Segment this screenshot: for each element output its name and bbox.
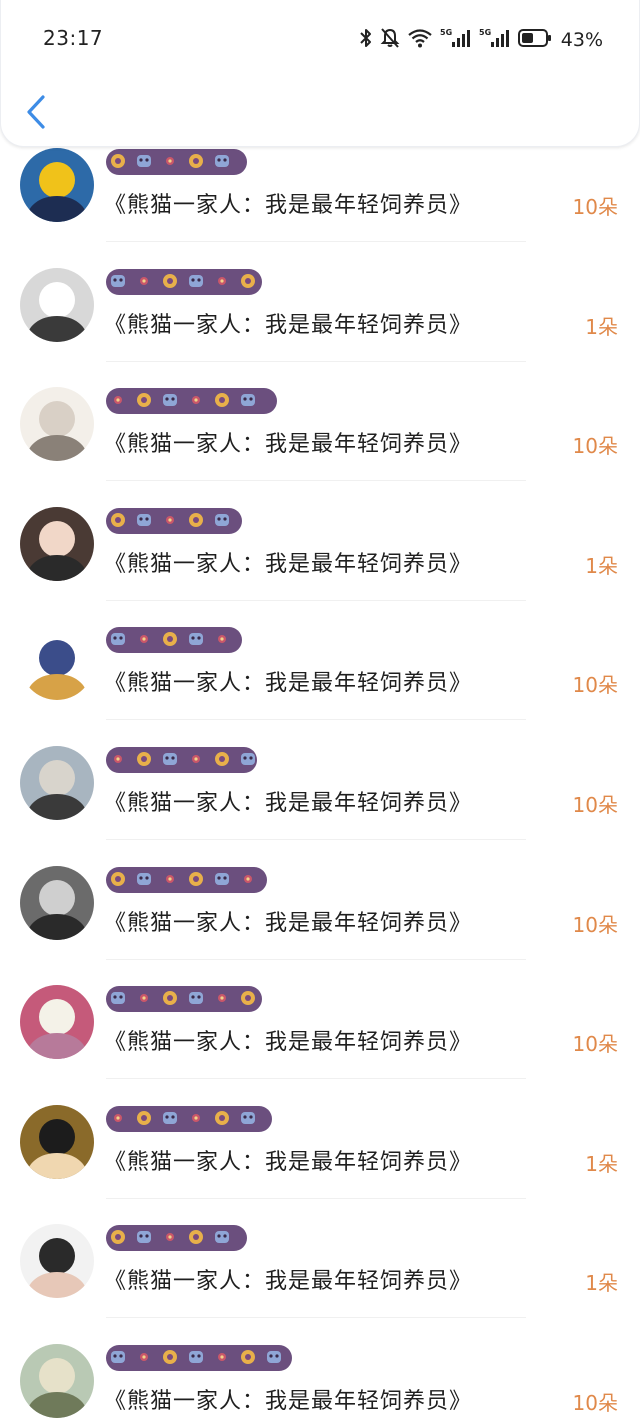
- list-item[interactable]: 《熊猫一家人：我是最年轻饲养员》 1朵: [0, 243, 640, 362]
- row-title: 《熊猫一家人：我是最年轻饲养员》: [104, 193, 473, 218]
- gift-count: 10朵: [572, 1032, 618, 1057]
- list-item[interactable]: 《熊猫一家人：我是最年轻饲养员》 10朵: [0, 960, 640, 1080]
- avatar[interactable]: [20, 506, 94, 581]
- row-title: 《熊猫一家人：我是最年轻饲养员》: [104, 312, 473, 338]
- gift-count: 1朵: [585, 1271, 618, 1296]
- 5g-signal-icon: 5G: [479, 27, 511, 53]
- row-title: 《熊猫一家人：我是最年轻饲养员》: [104, 1030, 473, 1056]
- username-redaction-mask: [104, 1342, 294, 1374]
- row-title: 《熊猫一家人：我是最年轻饲养员》: [104, 671, 473, 697]
- list-item[interactable]: 《熊猫一家人：我是最年轻饲养员》 10朵: [0, 362, 640, 482]
- back-button[interactable]: [23, 94, 51, 130]
- gift-count: 10朵: [572, 793, 618, 817]
- gift-count: 10朵: [572, 673, 618, 698]
- svg-text:5G: 5G: [440, 28, 452, 37]
- username-redaction-mask: [104, 505, 244, 537]
- list-item[interactable]: 《熊猫一家人：我是最年轻饲养员》 1朵: [0, 482, 640, 601]
- avatar[interactable]: [20, 1104, 94, 1179]
- avatar[interactable]: [20, 985, 94, 1060]
- row-title: 《熊猫一家人：我是最年轻饲养员》: [104, 1269, 473, 1295]
- avatar[interactable]: [20, 1224, 94, 1299]
- username-redaction-mask: [104, 744, 259, 776]
- avatar[interactable]: [20, 626, 94, 701]
- avatar[interactable]: [20, 865, 94, 940]
- avatar[interactable]: [20, 387, 94, 462]
- avatar[interactable]: [20, 267, 94, 342]
- chevron-left-icon: [27, 95, 45, 129]
- username-redaction-mask: [104, 146, 249, 178]
- gift-count: 10朵: [572, 195, 618, 219]
- list-item[interactable]: 《熊猫一家人：我是最年轻饲养员》 10朵: [0, 601, 640, 721]
- row-title: 《熊猫一家人：我是最年轻饲养员》: [104, 551, 473, 577]
- avatar[interactable]: [20, 746, 94, 820]
- gift-count: 10朵: [572, 434, 618, 459]
- row-title: 《熊猫一家人：我是最年轻饲养员》: [104, 791, 473, 816]
- 5g-signal-icon: 5G: [440, 27, 472, 53]
- wifi-icon: [407, 27, 433, 53]
- gift-count: 10朵: [572, 912, 618, 937]
- row-title: 《熊猫一家人：我是最年轻饲养员》: [104, 1149, 473, 1175]
- avatar[interactable]: [20, 148, 94, 222]
- list-item[interactable]: 《熊猫一家人：我是最年轻饲养员》 10朵: [0, 721, 640, 840]
- battery-icon: [517, 27, 552, 53]
- gift-count: 1朵: [585, 553, 618, 578]
- username-redaction-mask: [104, 385, 279, 417]
- gift-count: 1朵: [585, 1151, 618, 1176]
- username-redaction-mask: [104, 1222, 249, 1254]
- top-header: 23:17 5G 5G 43%: [0, 0, 640, 147]
- bluetooth-icon: [359, 27, 373, 53]
- gift-list-page: 《熊猫一家人：我是最年轻饲养员》 10朵 《熊猫一家人：我是最年轻饲养员》 1朵 《熊猫…: [0, 0, 640, 1421]
- username-redaction-mask: [104, 864, 269, 896]
- status-bar: 23:17 5G 5G 43%: [1, 0, 640, 78]
- status-icons: 5G 5G 43%: [359, 27, 603, 53]
- svg-text:5G: 5G: [479, 28, 491, 37]
- row-title: 《熊猫一家人：我是最年轻饲养员》: [104, 910, 473, 936]
- list-item[interactable]: 《熊猫一家人：我是最年轻饲养员》 10朵: [0, 841, 640, 960]
- mute-bell-icon: [380, 27, 400, 53]
- gift-count: 1朵: [585, 314, 618, 339]
- battery-percent: 43%: [560, 29, 603, 51]
- list-item[interactable]: 《熊猫一家人：我是最年轻饲养员》 1朵: [0, 1080, 640, 1199]
- avatar[interactable]: [20, 1344, 94, 1418]
- gift-count: 10朵: [572, 1391, 618, 1415]
- username-redaction-mask: [104, 266, 264, 298]
- username-redaction-mask: [104, 983, 264, 1015]
- status-time: 23:17: [43, 26, 104, 50]
- list-item[interactable]: 《熊猫一家人：我是最年轻饲养员》 10朵: [0, 1319, 640, 1421]
- row-title: 《熊猫一家人：我是最年轻饲养员》: [104, 432, 473, 458]
- list-item[interactable]: 《熊猫一家人：我是最年轻饲养员》 1朵: [0, 1199, 640, 1319]
- username-redaction-mask: [104, 624, 244, 656]
- row-title: 《熊猫一家人：我是最年轻饲养员》: [104, 1389, 473, 1414]
- username-redaction-mask: [104, 1103, 274, 1135]
